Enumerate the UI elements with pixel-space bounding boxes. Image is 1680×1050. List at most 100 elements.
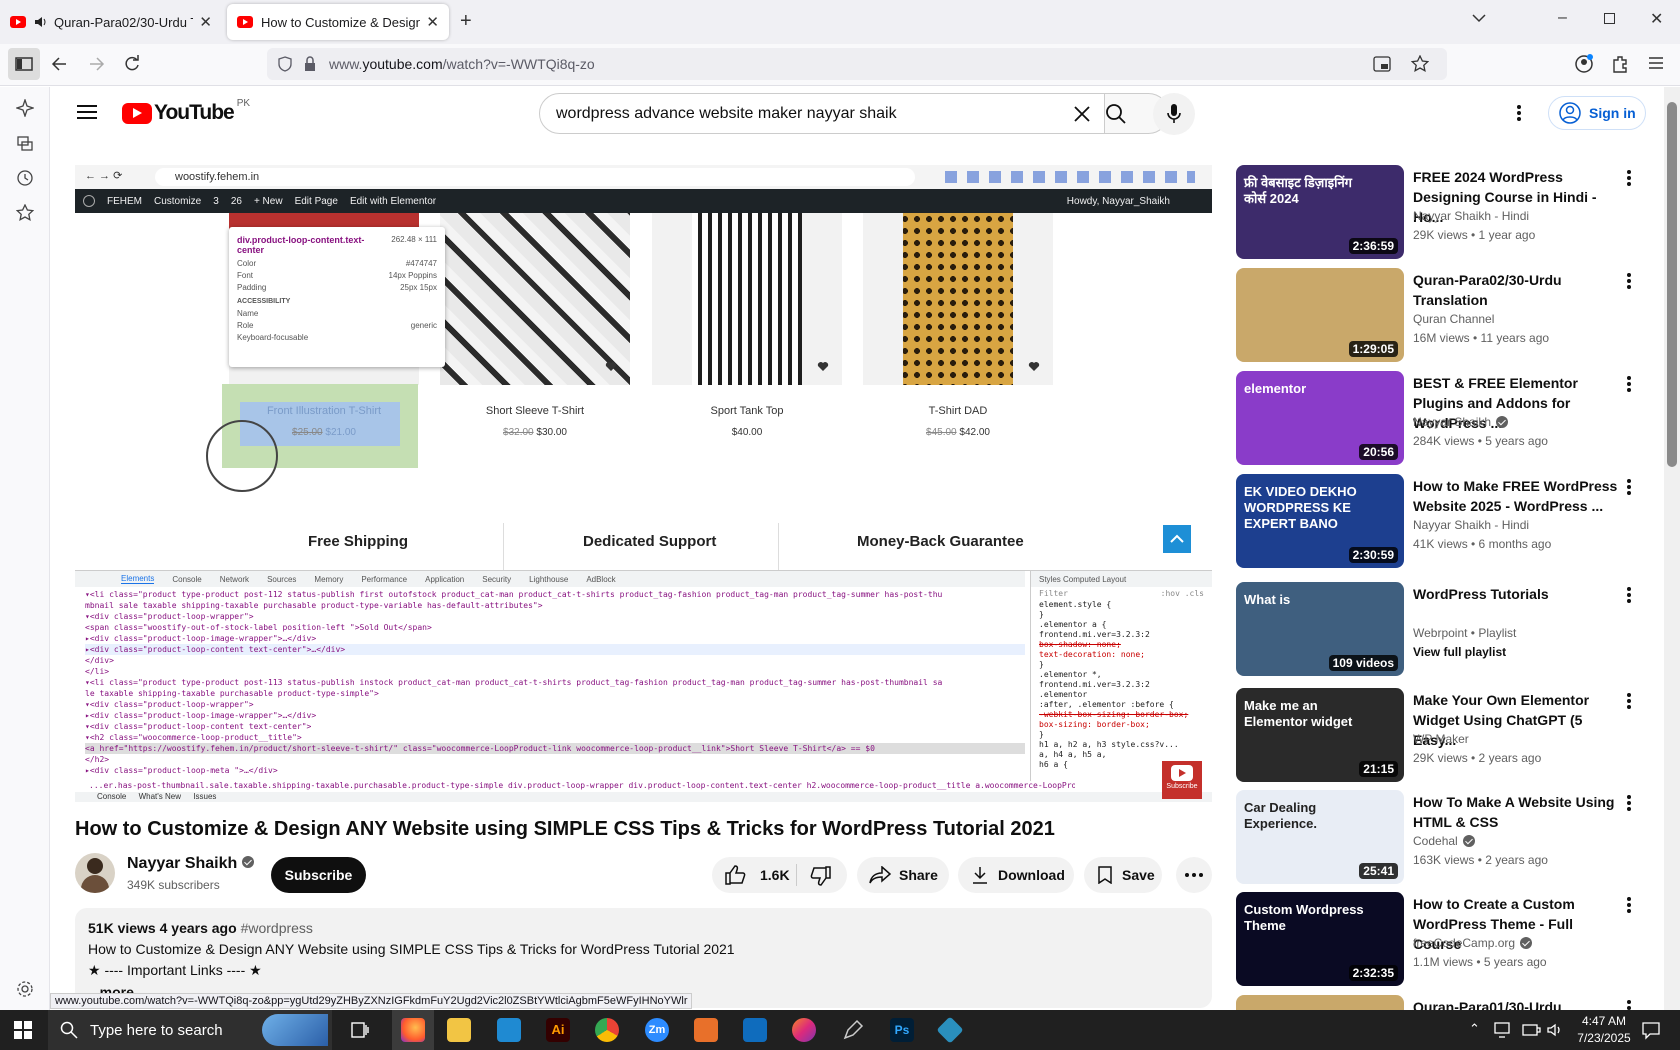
back-arrow-icon[interactable] [50,54,70,74]
recommendation-channel[interactable]: Codehal [1413,834,1475,848]
video-thumbnail[interactable]: elementor 20:56 [1236,371,1404,465]
firefox-icon[interactable] [401,1018,425,1042]
close-window-icon[interactable]: ✕ [1650,9,1663,29]
video-player[interactable]: ← → ⟳ woostify.fehem.in FEHEM Customize … [75,165,1212,802]
search-input[interactable]: wordpress advance website maker nayyar s… [539,93,1105,134]
network-icon[interactable] [1494,1021,1514,1039]
task-view-icon[interactable] [350,1020,370,1040]
recommendation-card[interactable]: EK VIDEO DEKHO WORDPRESS KE EXPERT BANO 2… [1236,474,1666,569]
reload-icon[interactable] [122,54,142,74]
history-icon[interactable] [16,169,34,187]
channel-name[interactable]: Nayyar Shaikh [127,855,255,873]
recommendation-channel[interactable]: Nayyar Shaikh - Hindi [1413,209,1529,223]
voice-search-button[interactable] [1153,93,1195,135]
tab-quran[interactable]: Quran-Para02/30-Urdu Tran ✕ [0,4,222,40]
recommendation-channel[interactable]: Nayyar Shaikh - Hindi [1413,518,1529,532]
app-diamond-icon[interactable] [936,1016,964,1044]
subscribe-button[interactable]: Subscribe [271,857,366,893]
zoom-icon[interactable]: Zm [645,1018,669,1042]
account-icon[interactable] [1574,54,1594,74]
outlook-icon[interactable] [743,1018,767,1042]
volume-icon[interactable] [1546,1021,1564,1039]
maximize-icon[interactable] [1604,13,1615,24]
pen-tool-icon[interactable] [841,1018,865,1042]
extensions-icon[interactable] [1610,54,1630,74]
taskbar-clock[interactable]: 4:47 AM 7/23/2025 [1572,1013,1636,1047]
clear-search-icon[interactable] [1072,104,1092,124]
recommendation-meta[interactable]: View full playlist [1413,645,1506,659]
share-button[interactable]: Share [857,857,949,893]
more-vertical-icon[interactable] [1516,104,1522,122]
photoshop-icon[interactable]: Ps [890,1018,914,1042]
dislike-button[interactable] [810,866,832,886]
windows-start-icon[interactable] [14,1021,32,1039]
video-thumbnail[interactable]: Custom Wordpress Theme 2:32:35 [1236,892,1404,986]
recommendation-channel[interactable]: Nayyar Shaikh [1413,415,1509,429]
app-menu-icon[interactable] [1647,54,1665,72]
forward-arrow-icon[interactable] [86,54,106,74]
notifications-icon[interactable] [1641,1020,1661,1040]
more-vertical-icon[interactable] [1626,794,1632,812]
more-vertical-icon[interactable] [1626,478,1632,496]
more-vertical-icon[interactable] [1626,169,1632,187]
more-vertical-icon[interactable] [1626,896,1632,914]
settings-gear-icon[interactable] [16,980,34,998]
video-thumbnail[interactable]: EK VIDEO DEKHO WORDPRESS KE EXPERT BANO 2… [1236,474,1404,568]
video-thumbnail[interactable]: 1:29:05 [1236,268,1404,362]
video-thumbnail[interactable]: Car Dealing Experience. 25:41 [1236,790,1404,884]
bookmarks-icon[interactable] [16,204,34,222]
taskbar-search[interactable]: Type here to search [48,1010,332,1050]
recommendation-card[interactable]: Quran-Para01/30-Urdu [1236,995,1666,1050]
page-scrollbar[interactable] [1664,87,1680,1010]
minimize-icon[interactable]: – [1558,9,1567,27]
scrollbar-thumb[interactable] [1667,102,1677,467]
download-button[interactable]: Download [958,857,1074,893]
picture-in-picture-icon[interactable] [1373,56,1391,72]
recommendation-card[interactable]: elementor 20:56 BEST & FREE Elementor Plug… [1236,371,1666,466]
close-tab-icon[interactable]: ✕ [426,13,439,31]
chrome-icon[interactable] [595,1018,619,1042]
lock-icon[interactable] [303,56,317,72]
like-button[interactable]: 1.6K [724,865,790,885]
recommendation-channel[interactable]: WP Maker [1413,732,1469,746]
recommendation-card[interactable]: Custom Wordpress Theme 2:32:35 How to Crea… [1236,892,1666,987]
new-tab-icon[interactable]: + [460,10,472,33]
app-icon[interactable] [694,1018,718,1042]
video-thumbnail[interactable]: What is 109 videos [1236,582,1404,676]
file-explorer-icon[interactable] [447,1018,471,1042]
video-thumbnail[interactable]: फ्री वेबसाइट डिज़ाइनिंग कोर्स 2024 2:36:5… [1236,165,1404,259]
save-button[interactable]: Save [1084,857,1162,893]
recommendation-card[interactable]: What is 109 videos WordPress Tutorials Webr… [1236,582,1666,677]
more-vertical-icon[interactable] [1626,375,1632,393]
recommendation-channel[interactable]: freeCodeCamp.org [1413,936,1533,950]
url-bar[interactable]: www. youtube.com/watch?v=-WWTQi8q-zo [267,48,1447,80]
more-actions-button[interactable] [1176,857,1212,893]
sign-in-button[interactable]: Sign in [1548,96,1646,130]
speaker-icon[interactable] [34,15,48,29]
shield-icon[interactable] [277,56,293,72]
recommendation-card[interactable]: Make me an Elementor widget 21:15 Make You… [1236,688,1666,783]
illustrator-icon[interactable]: Ai [546,1018,570,1042]
channel-avatar[interactable] [75,853,115,893]
recommendation-card[interactable]: फ्री वेबसाइट डिज़ाइनिंग कोर्स 2024 2:36:5… [1236,165,1666,260]
close-tab-icon[interactable]: ✕ [199,13,212,31]
recommendation-title[interactable]: How To Make A Website Using HTML & CSS [1413,792,1623,832]
wifi-icon[interactable] [1522,1021,1542,1039]
recommendation-channel[interactable]: Webrpoint • Playlist [1413,626,1516,640]
ai-sparkle-icon[interactable] [16,99,34,117]
recommendation-channel[interactable]: Quran Channel [1413,312,1494,326]
more-vertical-icon[interactable] [1626,272,1632,290]
more-vertical-icon[interactable] [1626,586,1632,604]
tab-list-chevron-icon[interactable] [1472,13,1486,23]
video-thumbnail[interactable]: Make me an Elementor widget 21:15 [1236,688,1404,782]
recommendation-title[interactable]: WordPress Tutorials [1413,584,1623,604]
vscode-icon[interactable] [497,1018,521,1042]
youtube-logo[interactable]: YouTube PK [122,98,250,125]
sidebar-toggle-icon[interactable] [8,48,40,80]
recommendation-card[interactable]: Car Dealing Experience. 25:41 How To Make … [1236,790,1666,885]
hamburger-menu-icon[interactable] [77,104,97,120]
recommendation-title[interactable]: How to Make FREE WordPress Website 2025 … [1413,476,1623,516]
synced-tabs-icon[interactable] [16,134,34,152]
bookmark-star-icon[interactable] [1411,55,1429,73]
tray-chevron-icon[interactable]: ⌃ [1469,1021,1480,1037]
